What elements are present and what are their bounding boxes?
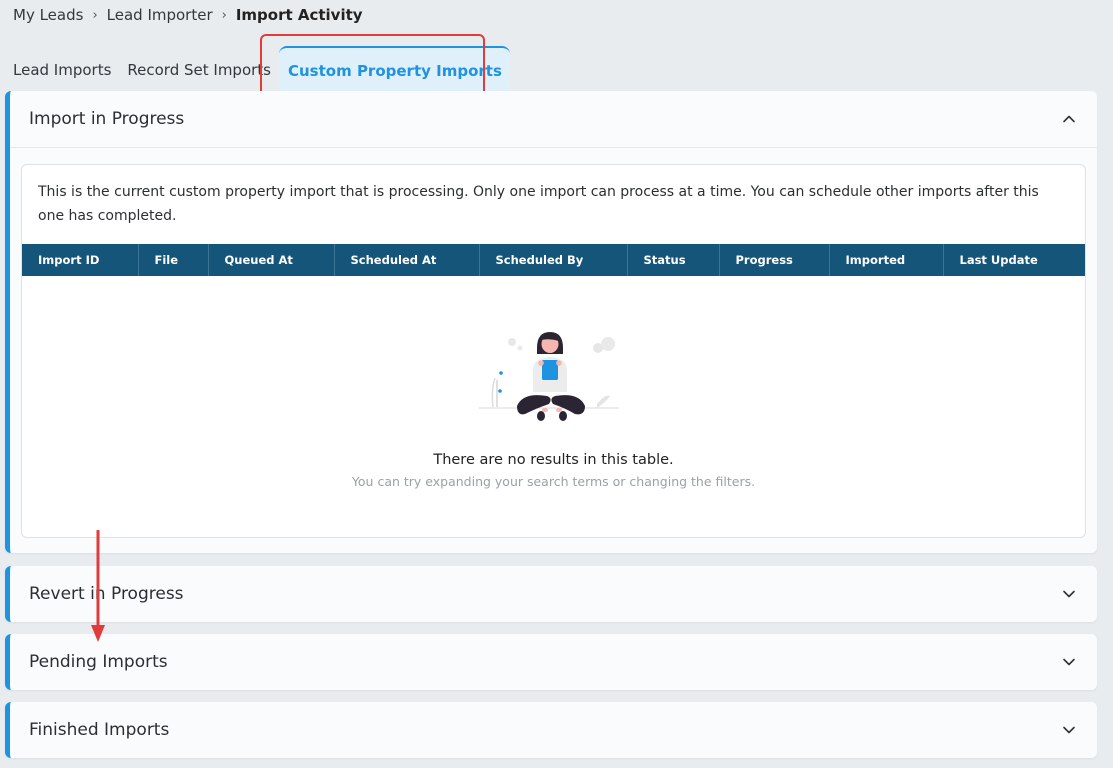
panel-body: This is the current custom property impo… [10, 147, 1097, 553]
panel-finished-imports: Finished Imports [5, 702, 1097, 758]
import-tabs: Lead Imports Record Set Imports Custom P… [5, 42, 510, 92]
panel-import-in-progress: Import in Progress This is the current c… [5, 91, 1097, 553]
column-header-progress[interactable]: Progress [719, 244, 830, 276]
panel-revert-in-progress: Revert in Progress [5, 566, 1097, 622]
panel-description: This is the current custom property impo… [38, 184, 1039, 224]
column-header-last-update[interactable]: Last Update [943, 244, 1085, 276]
chevron-right-icon: › [92, 7, 98, 23]
empty-state-subtitle: You can try expanding your search terms … [351, 474, 756, 489]
chevron-down-icon[interactable] [1061, 654, 1077, 670]
breadcrumb-lead-importer[interactable]: Lead Importer [107, 6, 213, 24]
panel-title: Pending Imports [29, 652, 168, 672]
empty-state-illustration [478, 332, 619, 421]
import-table-card: This is the current custom property impo… [21, 164, 1086, 538]
table-header-row: Import ID File Queued At Scheduled At Sc… [22, 244, 1085, 276]
chevron-down-icon[interactable] [1061, 586, 1077, 602]
empty-state-title: There are no results in this table. [433, 452, 674, 468]
breadcrumb-current: Import Activity [235, 6, 363, 24]
panel-header-finished-imports[interactable]: Finished Imports [10, 702, 1097, 758]
chevron-right-icon: › [221, 7, 227, 23]
panel-header-import-in-progress[interactable]: Import in Progress [10, 91, 1097, 147]
panel-title: Finished Imports [29, 720, 170, 740]
breadcrumb-my-leads[interactable]: My Leads [13, 6, 83, 24]
column-header-scheduled-by[interactable]: Scheduled By [479, 244, 628, 276]
chevron-up-icon[interactable] [1061, 111, 1077, 127]
column-header-file[interactable]: File [138, 244, 209, 276]
panel-pending-imports: Pending Imports [5, 634, 1097, 690]
tab-record-set-imports[interactable]: Record Set Imports [119, 61, 279, 92]
empty-state: There are no results in this table. You … [22, 276, 1085, 537]
tab-lead-imports[interactable]: Lead Imports [5, 61, 119, 92]
column-header-scheduled-at[interactable]: Scheduled At [334, 244, 480, 276]
panel-header-revert-in-progress[interactable]: Revert in Progress [10, 566, 1097, 622]
breadcrumb: My Leads › Lead Importer › Import Activi… [13, 5, 363, 25]
column-header-import-id[interactable]: Import ID [22, 244, 139, 276]
chevron-down-icon[interactable] [1061, 722, 1077, 738]
import-table: Import ID File Queued At Scheduled At Sc… [22, 244, 1085, 276]
column-header-queued-at[interactable]: Queued At [208, 244, 335, 276]
column-header-status[interactable]: Status [627, 244, 720, 276]
tab-custom-property-imports[interactable]: Custom Property Imports [279, 46, 510, 92]
column-header-imported[interactable]: Imported [829, 244, 944, 276]
panel-title: Revert in Progress [29, 584, 184, 604]
panel-header-pending-imports[interactable]: Pending Imports [10, 634, 1097, 690]
panel-title: Import in Progress [29, 109, 185, 129]
